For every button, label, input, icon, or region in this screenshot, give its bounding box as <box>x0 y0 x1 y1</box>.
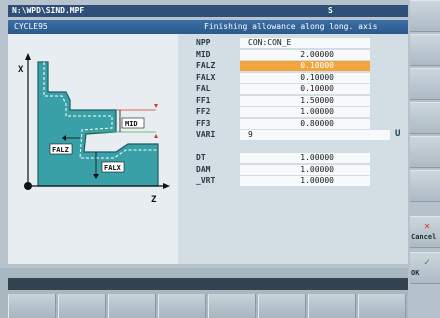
softkey-v3[interactable] <box>410 68 440 100</box>
softkey-label-strip <box>8 278 408 290</box>
program-path-bar: N:\WPD\SIND.MPF S <box>8 5 408 17</box>
parameter-label: _VRT <box>196 176 216 185</box>
softkey-v4[interactable] <box>410 102 440 134</box>
vertical-softkey-bar: ✕ Cancel ✓ OK <box>408 0 440 318</box>
parameter-row: FF3 0.80000 <box>190 118 400 130</box>
mid-arrow-top <box>154 104 158 108</box>
parameter-value-field[interactable]: 0.10000 <box>240 84 370 94</box>
parameter-value-field[interactable]: 9 <box>240 130 390 140</box>
ok-icon: ✓ <box>424 257 431 268</box>
parameter-value-field[interactable]: 0.80000 <box>240 118 370 129</box>
ok-button[interactable]: ✓ OK <box>410 252 440 284</box>
parameter-spacer <box>190 141 400 153</box>
parameter-value-field[interactable]: 1.00000 <box>240 176 370 186</box>
parameter-label: FF3 <box>196 118 211 128</box>
parameter-label: VARI <box>196 130 216 139</box>
parameter-label: DT <box>196 153 206 162</box>
parameter-label: FALZ <box>196 61 216 70</box>
parameter-value-field[interactable]: 1.00000 <box>240 153 370 163</box>
softkey-v2[interactable] <box>410 34 440 66</box>
softkey-h2[interactable] <box>58 294 106 318</box>
parameter-row: FAL 0.10000 <box>190 83 400 95</box>
parameter-label: FALX <box>196 72 216 82</box>
softkey-h8[interactable] <box>358 294 406 318</box>
falz-label: FALZ <box>52 146 69 154</box>
softkey-h4[interactable] <box>158 294 206 318</box>
horizontal-softkey-bar <box>0 268 408 318</box>
softkey-h1[interactable] <box>8 294 56 318</box>
help-graphic: MID FALZ FALX X Z <box>8 34 178 264</box>
parameter-label: FAL <box>196 84 211 93</box>
parameter-row: DT 1.00000 <box>190 152 400 164</box>
parameter-row: FF1 1.50000 <box>190 95 400 107</box>
parameter-value-field[interactable]: CON:CON_E <box>240 38 370 48</box>
z-axis-label: Z <box>151 195 157 205</box>
parameter-row: DAM 1.00000 <box>190 164 400 176</box>
channel-indicator: S <box>328 6 333 15</box>
parameter-value-field[interactable]: 1.00000 <box>240 164 370 175</box>
parameter-row: VARI 9 U <box>190 129 400 141</box>
x-axis-arrow <box>25 53 31 60</box>
parameter-list: NPP CON:CON_E MID 2.00000 FALZ 0.10000 FALX 0.1… <box>190 37 400 187</box>
softkey-v5[interactable] <box>410 136 440 168</box>
parameter-label: FF1 <box>196 95 211 105</box>
z-axis-arrow <box>163 183 170 189</box>
softkey-h5[interactable] <box>208 294 256 318</box>
parameter-value-field[interactable]: 2.00000 <box>240 49 370 60</box>
cycle-form: MID FALZ FALX X Z NPP CON:CON_E MID 2.00000… <box>8 34 408 264</box>
parameter-description: Finishing allowance along long. axis <box>204 22 378 31</box>
x-axis-label: X <box>18 65 24 75</box>
parameter-row: FALZ 0.10000 <box>190 60 400 72</box>
softkey-h7[interactable] <box>308 294 356 318</box>
parameter-row: NPP CON:CON_E <box>190 37 400 49</box>
parameter-label: DAM <box>196 164 211 174</box>
softkey-h6[interactable] <box>258 294 306 318</box>
parameter-label: MID <box>196 49 211 59</box>
cancel-label: Cancel <box>411 233 437 241</box>
parameter-row: MID 2.00000 <box>190 49 400 61</box>
cancel-icon: ✕ <box>424 221 431 232</box>
cycle-title-bar: CYCLE95 Finishing allowance along long. … <box>8 20 408 34</box>
mid-label: MID <box>125 120 138 128</box>
parameter-row: _VRT 1.00000 <box>190 175 400 187</box>
mid-arrow-bottom <box>154 134 158 138</box>
ok-label: OK <box>411 269 420 277</box>
softkey-h3[interactable] <box>108 294 156 318</box>
parameter-value-field[interactable]: 0.10000 <box>240 61 370 71</box>
parameter-value-field[interactable]: 0.10000 <box>240 72 370 83</box>
origin-marker <box>24 182 32 190</box>
falx-label: FALX <box>104 164 122 172</box>
cancel-button[interactable]: ✕ Cancel <box>410 216 440 248</box>
parameter-label: FF2 <box>196 107 211 116</box>
cycle-name: CYCLE95 <box>14 22 48 31</box>
hmi-screen: N:\WPD\SIND.MPF S CYCLE95 Finishing allo… <box>0 0 440 318</box>
softkey-v6[interactable] <box>410 170 440 202</box>
toggle-indicator[interactable]: U <box>395 129 407 140</box>
parameter-value-field[interactable]: 1.00000 <box>240 107 370 117</box>
softkey-v1[interactable] <box>410 0 440 32</box>
program-path: N:\WPD\SIND.MPF <box>12 6 85 15</box>
parameter-row: FF2 1.00000 <box>190 106 400 118</box>
parameter-label: NPP <box>196 38 211 47</box>
parameter-value-field[interactable]: 1.50000 <box>240 95 370 106</box>
cycle-help-diagram: MID FALZ FALX X Z <box>18 53 170 205</box>
parameter-row: FALX 0.10000 <box>190 72 400 84</box>
